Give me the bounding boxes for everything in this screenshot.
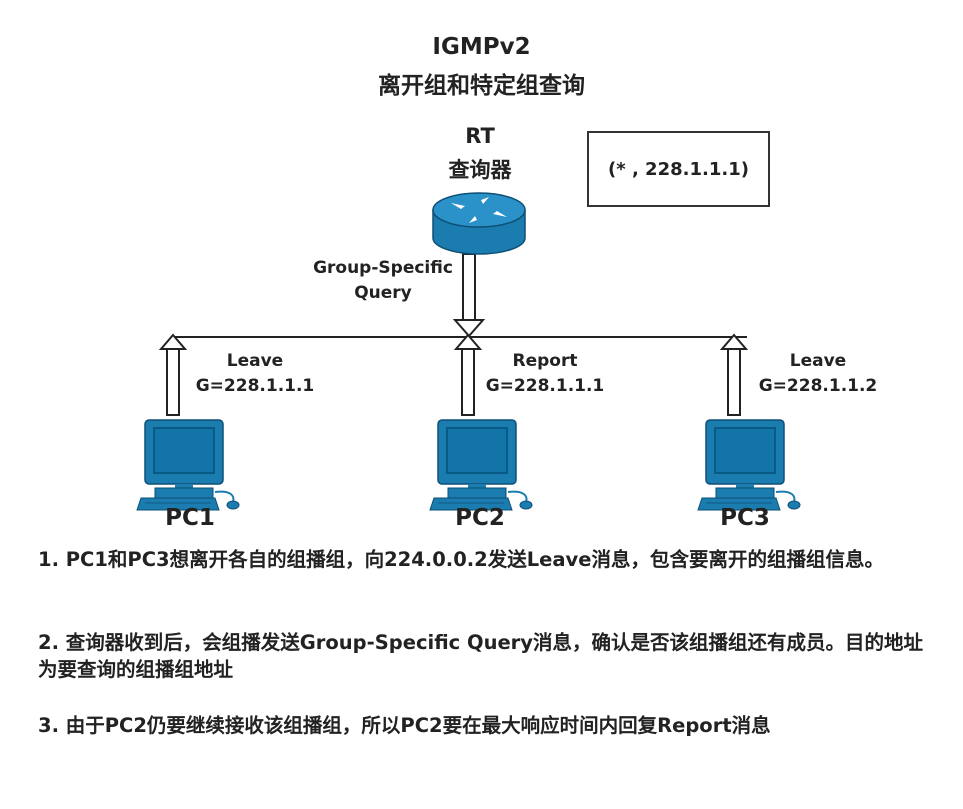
pc1-up-arrow <box>158 333 188 416</box>
note-2: 2. 查询器收到后，会组播发送Group-Specific Query消息，确认… <box>38 631 924 681</box>
pc2-up-arrow <box>453 333 483 416</box>
pc2-group-address: G=228.1.1.1 <box>485 376 605 396</box>
pc1-message-type: Leave <box>226 351 284 371</box>
query-label-line1: Group-Specific <box>313 258 453 278</box>
router-name: RT <box>465 124 495 148</box>
pc1-name: PC1 <box>165 505 215 531</box>
pc2-name: PC2 <box>455 505 505 531</box>
pc3-up-arrow <box>719 333 749 416</box>
router-icon <box>432 192 526 255</box>
network-diagram <box>136 192 801 511</box>
pc3-group-address: G=228.1.1.2 <box>758 376 878 396</box>
group-entry-box: (* , 228.1.1.1) <box>587 131 770 207</box>
pc3-message-type: Leave <box>789 351 847 371</box>
pc3-computer-icon <box>697 419 801 511</box>
pc2-message-type: Report <box>512 351 578 371</box>
pc1-computer-icon <box>136 419 240 511</box>
pc3-name: PC3 <box>720 505 770 531</box>
pc1-group-address: G=228.1.1.1 <box>195 376 315 396</box>
pc2-computer-icon <box>429 419 533 511</box>
router-role: 查询器 <box>448 158 512 182</box>
note-1: 1. PC1和PC3想离开各自的组播组，向224.0.0.2发送Leave消息，… <box>38 548 884 571</box>
group-entry-text: (* , 228.1.1.1) <box>608 158 749 180</box>
query-label-line2: Query <box>354 283 412 303</box>
note-3: 3. 由于PC2仍要继续接收该组播组，所以PC2要在最大响应时间内回复Repor… <box>38 714 771 737</box>
